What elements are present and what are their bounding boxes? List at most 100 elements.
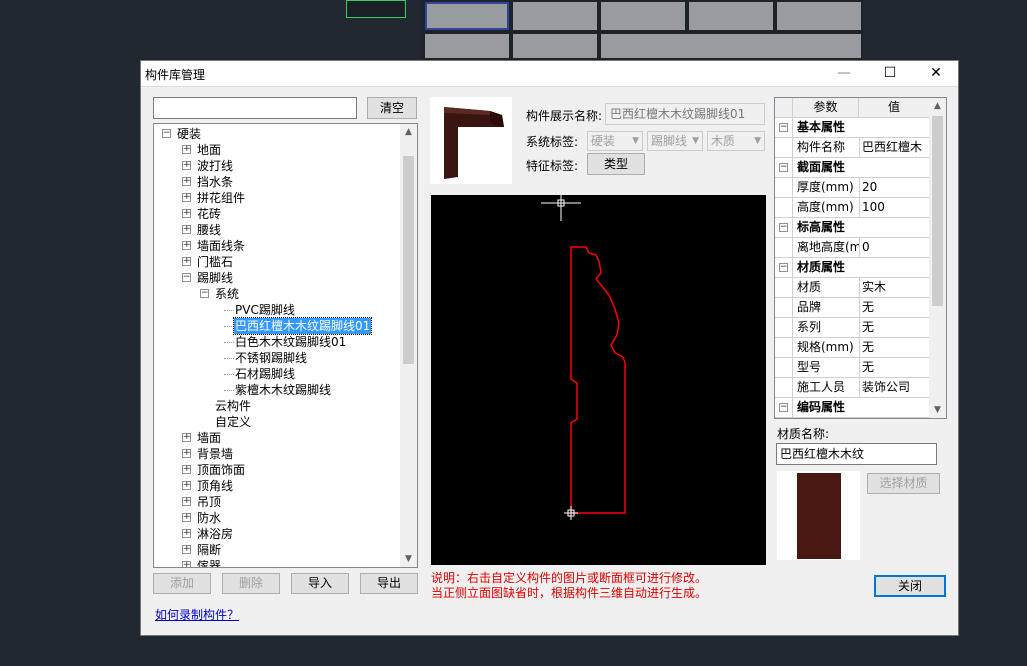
expand-icon[interactable]: + [182, 545, 191, 554]
name-label: 构件展示名称: [526, 109, 603, 123]
component-preview[interactable] [430, 97, 512, 184]
expand-icon[interactable]: + [182, 209, 191, 218]
tree-node-label: 不锈钢踢脚线 [235, 351, 308, 365]
expand-icon[interactable]: + [182, 241, 191, 250]
expand-icon[interactable]: + [182, 481, 191, 490]
expand-icon[interactable]: + [182, 145, 191, 154]
scroll-up-icon[interactable]: ▲ [400, 124, 417, 140]
expand-icon[interactable]: + [182, 161, 191, 170]
collapse-icon[interactable]: − [162, 129, 171, 138]
expand-icon[interactable]: + [182, 449, 191, 458]
tree-scrollbar[interactable]: ▲ ▼ [400, 124, 417, 567]
name-field[interactable]: 巴西红檀木木纹踢脚线01 [605, 103, 765, 125]
property-group-row[interactable]: − 材质属性 [775, 258, 930, 278]
close-button[interactable]: 关闭 [874, 575, 946, 597]
tree-node-label: 门槛石 [197, 255, 234, 269]
collapse-icon[interactable]: − [779, 223, 788, 232]
tree-node-label: 拼花组件 [197, 191, 246, 205]
property-value[interactable]: 100 [862, 198, 928, 218]
tag-combo-2[interactable]: 踢脚线 ▼ [647, 131, 703, 151]
collapse-icon[interactable]: − [779, 403, 788, 412]
expand-icon[interactable]: + [182, 177, 191, 186]
expand-icon[interactable]: + [182, 465, 191, 474]
import-button[interactable]: 导入 [291, 573, 349, 594]
chevron-down-icon: ▼ [754, 136, 761, 146]
export-button[interactable]: 导出 [360, 573, 418, 594]
expand-icon[interactable]: + [182, 257, 191, 266]
tree-node-label: 挡水条 [197, 175, 234, 189]
minimize-button[interactable]: — [821, 61, 867, 86]
property-row[interactable]: 系列 无 [775, 318, 930, 338]
property-value[interactable]: 无 [862, 298, 928, 318]
scroll-thumb[interactable] [932, 116, 943, 306]
property-value[interactable]: 无 [862, 338, 928, 358]
property-row[interactable]: 材质 实木 [775, 278, 930, 298]
property-row[interactable]: 构件名称 巴西红檀木 [775, 138, 930, 158]
material-name-field[interactable]: 巴西红檀木木纹 [776, 443, 937, 465]
column-divider [859, 358, 860, 378]
tree-node-label: 腰线 [197, 223, 222, 237]
property-group-row[interactable]: − 截面属性 [775, 158, 930, 178]
property-row[interactable]: 高度(mm) 100 [775, 198, 930, 218]
collapse-icon[interactable]: − [779, 263, 788, 272]
property-value[interactable]: 装饰公司 [862, 378, 928, 398]
maximize-button[interactable]: ☐ [867, 61, 913, 86]
collapse-icon[interactable]: − [200, 289, 209, 298]
property-row[interactable]: 施工人员 装饰公司 [775, 378, 930, 398]
search-input[interactable] [153, 97, 357, 119]
tree-node-label: 顶面饰面 [197, 463, 246, 477]
section-canvas[interactable] [431, 195, 766, 565]
property-value[interactable]: 实木 [862, 278, 928, 298]
scroll-down-icon[interactable]: ▼ [400, 551, 417, 567]
property-grid[interactable]: 参数 值 − 基本属性 构件名称 巴西红檀木 − 截面属性 厚度(mm) 20 高度(mm) 10… [774, 97, 947, 419]
tag-combo-3[interactable]: 木质 ▼ [707, 131, 765, 151]
crosshair-icon [541, 195, 581, 221]
property-row[interactable]: 规格(mm) 无 [775, 338, 930, 358]
row-gutter [775, 358, 793, 378]
row-gutter [775, 338, 793, 358]
type-button[interactable]: 类型 [587, 153, 645, 175]
material-swatch[interactable] [777, 471, 860, 560]
expand-icon[interactable]: + [182, 497, 191, 506]
property-group-row[interactable]: − 编码属性 [775, 398, 930, 418]
property-row[interactable]: 离地高度(m 0 [775, 238, 930, 258]
clear-button[interactable]: 清空 [367, 97, 417, 119]
expand-icon[interactable]: + [182, 513, 191, 522]
select-material-button[interactable]: 选择材质 [867, 473, 940, 494]
expand-icon[interactable]: + [182, 561, 191, 567]
expand-icon[interactable]: + [182, 433, 191, 442]
property-value[interactable]: 无 [862, 358, 928, 378]
component-tree[interactable]: − 硬装 + 地面 + 波打线 + 挡水条 + 拼花组件 + 花砖 + 腰线 + 墙面线条 + 门槛石 − 踢脚线 − 系… [153, 123, 418, 568]
expand-icon[interactable]: + [182, 529, 191, 538]
property-value[interactable]: 巴西红檀木 [862, 138, 928, 158]
row-gutter [775, 318, 793, 338]
thumbnail [513, 34, 597, 58]
scroll-down-icon[interactable]: ▼ [929, 402, 946, 418]
thumbnail [689, 2, 773, 30]
expand-icon[interactable]: + [182, 193, 191, 202]
scroll-thumb[interactable] [403, 156, 414, 364]
collapse-icon[interactable]: − [779, 163, 788, 172]
property-value[interactable]: 无 [862, 318, 928, 338]
property-row[interactable]: 厚度(mm) 20 [775, 178, 930, 198]
property-group-row[interactable]: − 标高属性 [775, 218, 930, 238]
property-row[interactable]: 品牌 无 [775, 298, 930, 318]
delete-button[interactable]: 删除 [222, 573, 280, 594]
add-button[interactable]: 添加 [153, 573, 211, 594]
property-row[interactable]: 型号 无 [775, 358, 930, 378]
property-value[interactable]: 20 [862, 178, 928, 198]
row-gutter: − [775, 398, 793, 418]
property-name: 材质属性 [797, 260, 846, 274]
help-link[interactable]: 如何录制构件？ [155, 606, 239, 623]
collapse-icon[interactable]: − [182, 273, 191, 282]
property-value[interactable]: 0 [862, 238, 928, 258]
property-name: 材质 [797, 280, 822, 294]
property-group-row[interactable]: − 基本属性 [775, 118, 930, 138]
collapse-icon[interactable]: − [779, 123, 788, 132]
tag-value: 踢脚线 [651, 134, 688, 148]
grid-scrollbar[interactable]: ▲ ▼ [929, 98, 946, 418]
tag-combo-1[interactable]: 硬装 ▼ [587, 131, 643, 151]
expand-icon[interactable]: + [182, 225, 191, 234]
close-window-button[interactable]: ✕ [913, 61, 959, 86]
scroll-up-icon[interactable]: ▲ [929, 98, 946, 114]
